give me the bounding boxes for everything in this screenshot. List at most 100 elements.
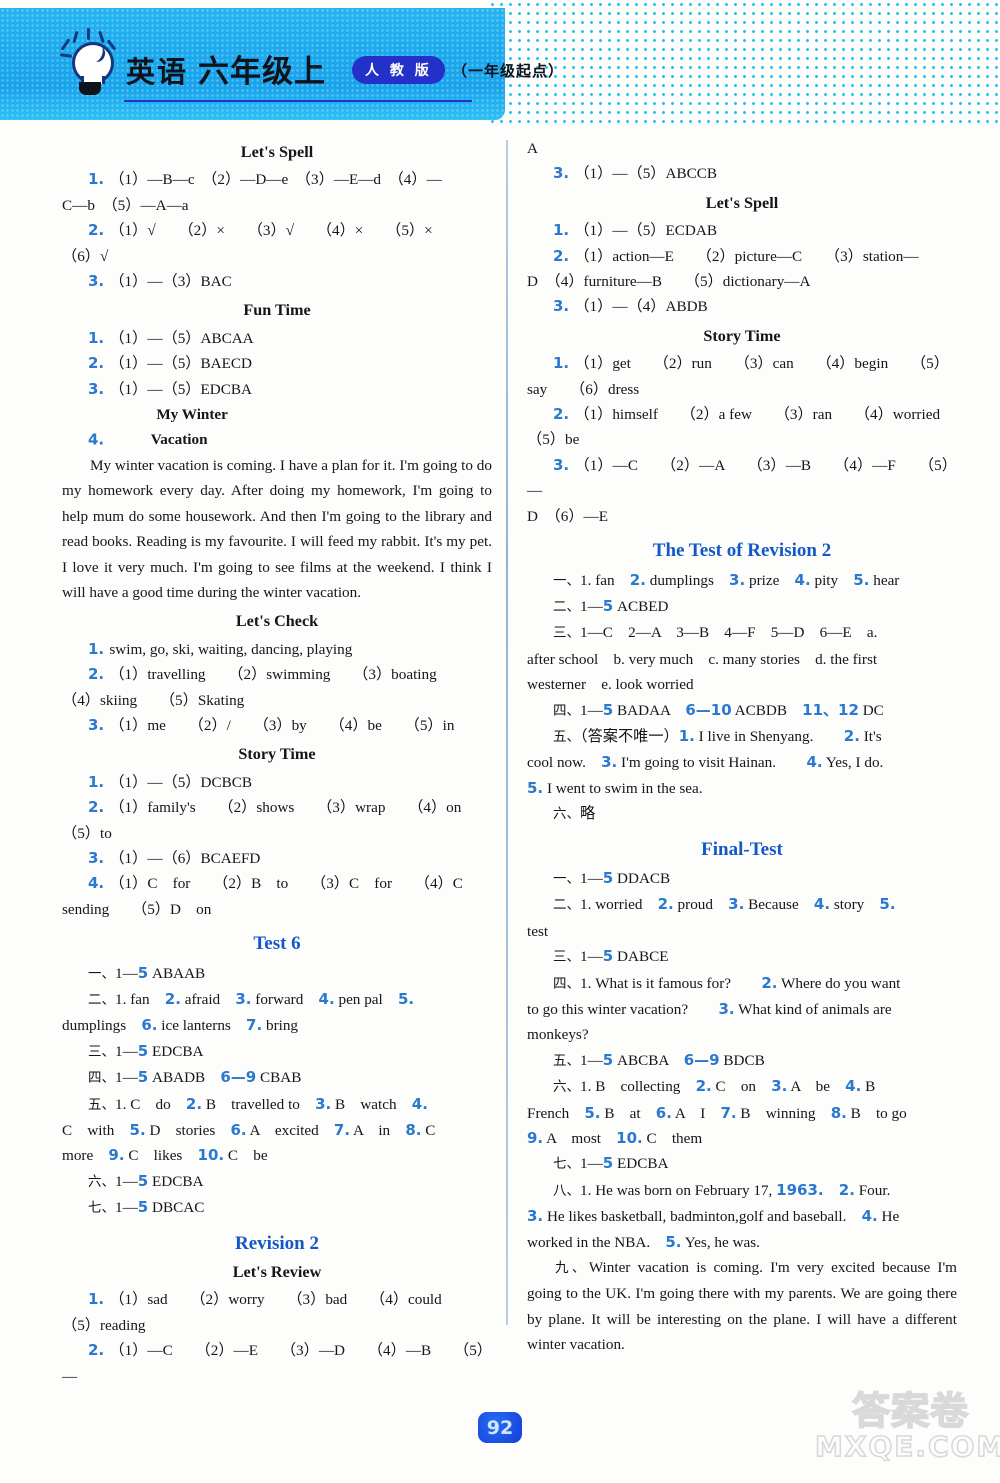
item-number: 4. <box>813 895 831 914</box>
answer-line: 二、1. worried 2. proud 3. Because 4. stor… <box>553 895 896 914</box>
item-number: 8. <box>405 1121 422 1140</box>
test-heading: Final-Test <box>701 838 783 860</box>
answer-line-continuation: （5）be <box>527 431 580 449</box>
section-marker: 二、 <box>553 897 580 914</box>
item-number: 2. <box>843 726 860 745</box>
item-number: 3. <box>728 895 745 914</box>
section-marker: 五、 <box>553 728 580 745</box>
answer-line-continuation: say （6）dress <box>527 380 640 398</box>
answer-line: 五、1—5 ABCBA 6—9 BDCB <box>553 1050 765 1069</box>
section-marker: 六、 <box>553 1079 580 1096</box>
answer-line: 4. （1）C for （2）B to （3）C for （4）C <box>88 874 463 893</box>
item-number: 5 <box>137 1198 149 1217</box>
answer-line: 1. （1）—（5）ECDAB <box>553 221 717 240</box>
answer-line: 二、1—5 ACBED <box>553 596 669 615</box>
item-number: 5. <box>665 1232 682 1251</box>
answer-line-continuation: A <box>527 140 538 157</box>
item-number: 2. <box>88 665 110 684</box>
section-heading: Let's Check <box>235 612 319 631</box>
answer-line: 五、1. C do 2. B travelled to 3. B watch 4… <box>88 1094 428 1113</box>
answer-line-continuation: 3. He likes basketball, badminton,golf a… <box>527 1207 900 1226</box>
item-number: 6. <box>141 1016 158 1035</box>
answer-line: 1. （1）—（5）ABCAA <box>88 328 254 347</box>
answer-line-continuation: monkeys? <box>527 1026 589 1044</box>
answer-line-continuation: to go this winter vacation? 3. What kind… <box>527 1000 892 1018</box>
section-marker: 六、 <box>553 806 580 823</box>
answer-line: 六、略 <box>553 805 596 823</box>
item-number: 3. <box>235 990 252 1008</box>
item-number: 5 <box>137 1171 149 1190</box>
item-number: 3. <box>527 1207 544 1226</box>
item-number: 3. <box>88 379 110 398</box>
item-number: 3. <box>88 715 110 734</box>
item-number: 5. <box>129 1121 146 1140</box>
answer-line: 3. （1）me （2）/ （3）by （4）be （5）in <box>88 715 455 734</box>
section-heading: Fun Time <box>243 301 311 320</box>
item-number: 4. <box>861 1207 878 1226</box>
item-number: 3. <box>601 753 618 772</box>
section-marker: 一、 <box>88 965 115 982</box>
answer-line: 八、1. He was born on February 17, 1963. 2… <box>553 1180 891 1199</box>
answer-line-continuation: （6）√ <box>62 247 109 265</box>
item-number: 3. <box>553 297 575 316</box>
right-column: A 3. （1）—（5）ABCCB Let's Spell 1. （1）—（5）ECD… <box>527 136 957 1358</box>
answer-line: 2. （1）—C （2）—E （3）—D （4）—B （5）— <box>62 1341 492 1385</box>
answer-line: 2. （1）action—E （2）picture—C （3）station— <box>553 246 919 265</box>
answer-line: 七、1—5 EDCBA <box>553 1154 669 1173</box>
item-number: 5 <box>137 1041 149 1060</box>
item-number: 4. <box>88 874 110 893</box>
item-number: 1. <box>88 639 110 658</box>
item-number: 2. <box>695 1077 712 1096</box>
answer-line-continuation: French 5. B at 6. A I 7. B winning 8. B … <box>527 1103 907 1122</box>
answer-line: 三、1—C 2—A 3—B 4—F 5—D 6—E a. <box>553 624 878 642</box>
item-number: 4. <box>318 990 335 1008</box>
item-number: 5. <box>584 1103 601 1122</box>
section-heading: Let's Spell <box>240 143 314 161</box>
lightbulb-icon <box>59 28 120 96</box>
item-number: 2. <box>88 1341 110 1360</box>
answer-line: 2. （1）family's （2）shows （3）wrap （4）on <box>88 798 462 817</box>
item-number: 3. <box>315 1094 332 1113</box>
item-number: 1963. <box>776 1180 824 1199</box>
section-heading: Let's Spell <box>705 193 779 212</box>
answer-line: 1. （1）get （2）run （3）can （4）begin （5） <box>553 354 949 373</box>
page-title: 英语 六年级上 <box>126 46 326 91</box>
answer-line: 三、1—5 DABCE <box>553 947 669 966</box>
item-number: 10. <box>616 1129 643 1148</box>
answer-line: 七、1—5 DBCAC <box>88 1198 205 1217</box>
watermark: 答案卷 MXQE.COM <box>814 1390 1000 1462</box>
item-number: 3. <box>88 848 110 867</box>
answer-line: 六、1. B collecting 2. C on 3. A be 4. B <box>553 1077 876 1096</box>
section-marker: 八、 <box>553 1182 580 1199</box>
item-number: 4. <box>806 753 823 772</box>
answer-line: 二、1. fan 2. afraid 3. forward 4. pen pal… <box>88 990 415 1008</box>
item-number: 6—9 <box>220 1068 257 1087</box>
item-number: 1. <box>88 772 110 791</box>
item-number: 2. <box>657 895 674 914</box>
item-number: 11、12 <box>802 700 859 719</box>
item-number: 5. <box>527 778 544 797</box>
item-number: 5 <box>602 700 614 719</box>
answer-line: 1. （1）sad （2）worry （3）bad （4）could <box>88 1290 442 1309</box>
answer-line: 四、1—5 ABADB 6—9 CBAB <box>88 1068 302 1087</box>
answer-line: 3. （1）—C （2）—A （3）—B （4）—F （5）— <box>527 455 957 500</box>
left-column: Let's Spell 1. （1）—B—c （2）—D—e （3）—E—d （4… <box>62 136 492 1389</box>
item-number: 9. <box>108 1146 125 1165</box>
item-number: 5. <box>397 990 415 1008</box>
item-number: 2. <box>185 1094 203 1113</box>
item-number: 3. <box>88 272 110 291</box>
answer-line-continuation: 9. A most 10. C them <box>527 1129 703 1148</box>
item-number: 2. <box>838 1180 855 1199</box>
answer-line: 四、1—5 BADAA 6—10 ACBDB 11、12 DC <box>553 700 884 719</box>
item-number: 1. <box>553 221 575 240</box>
halftone-dot-pattern <box>488 0 1000 128</box>
answer-line: 四、1. What is it famous for? 2. Where do … <box>553 973 901 992</box>
answer-line-continuation: cool now. 3. I'm going to visit Hainan. … <box>527 753 884 772</box>
section-marker: 三、 <box>553 625 580 642</box>
item-number: 3. <box>729 570 746 589</box>
answer-line: 3. （1）—（4）ABDB <box>553 297 708 316</box>
answer-line-continuation: （5）to <box>62 824 112 842</box>
answer-line-continuation: D （6）—E <box>527 507 608 525</box>
item-number: 5 <box>602 868 614 887</box>
item-number: 5 <box>602 596 614 615</box>
